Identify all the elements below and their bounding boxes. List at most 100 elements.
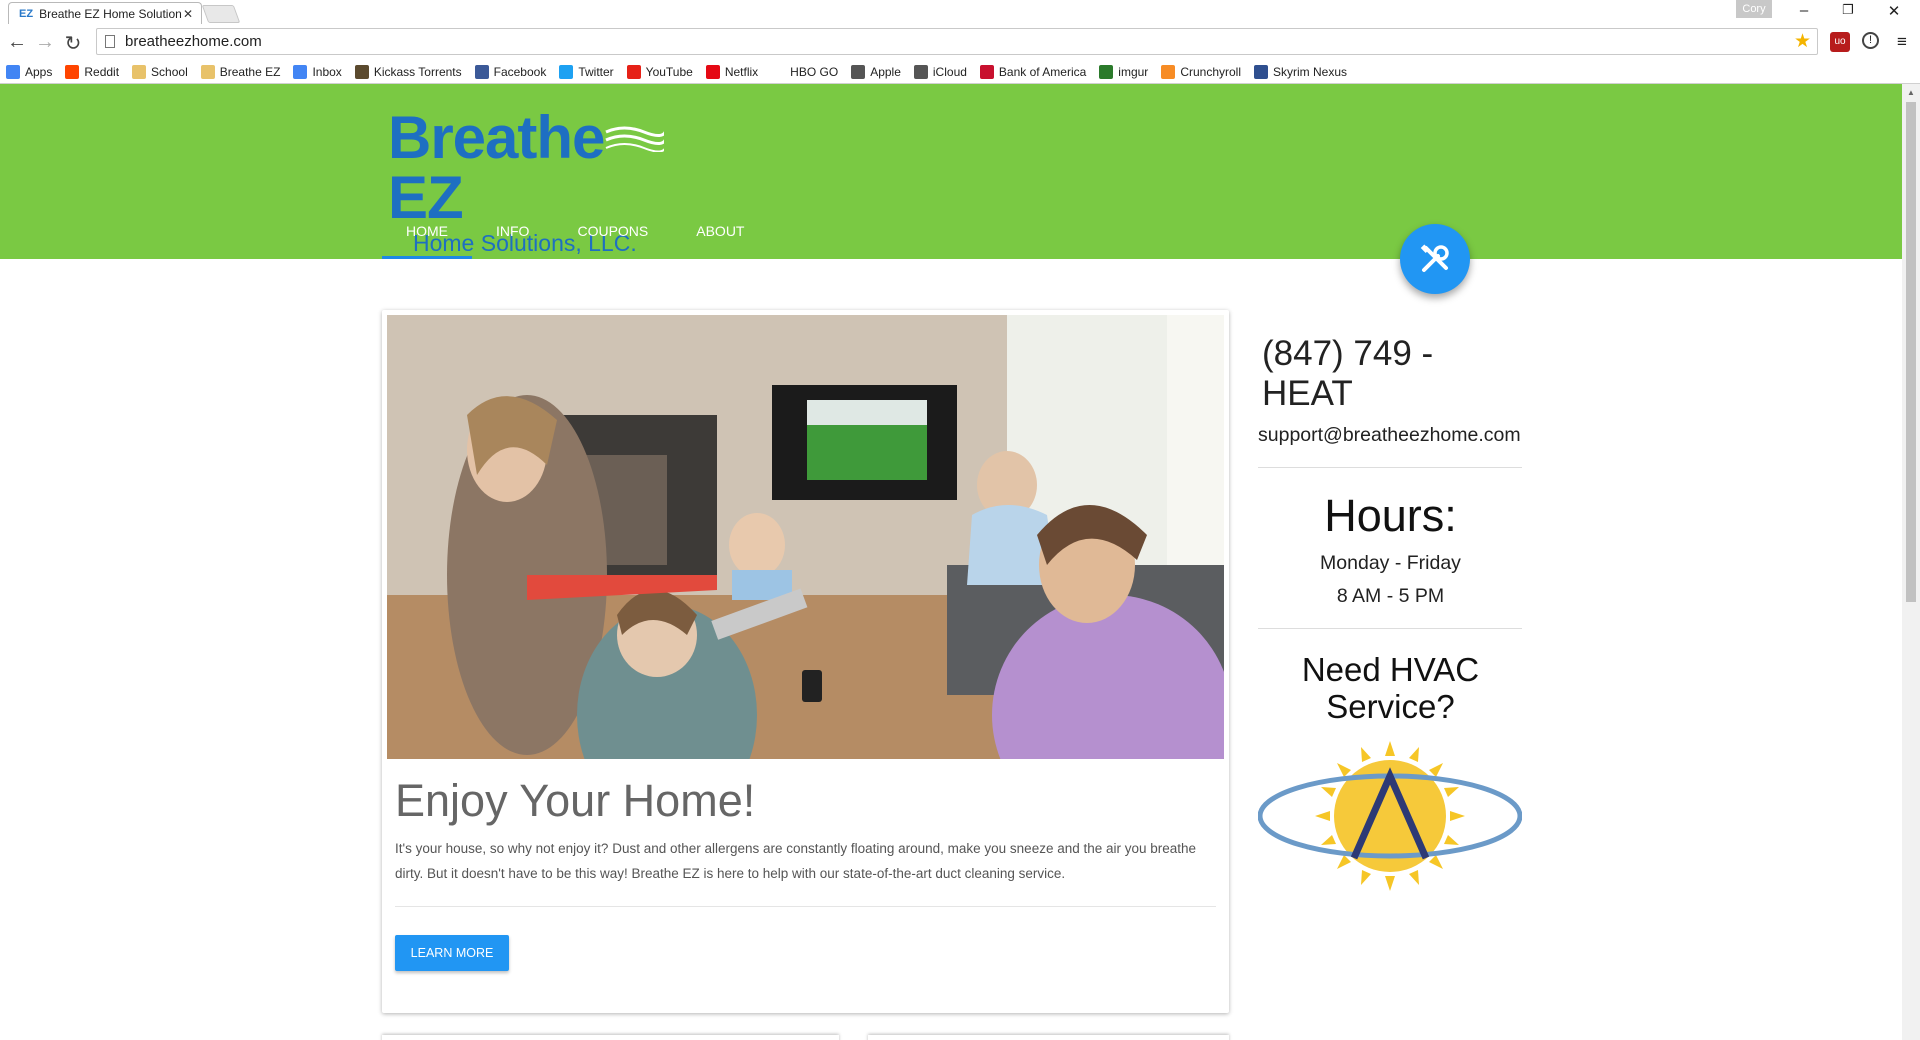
bookmark-netflix[interactable]: Netflix — [705, 64, 759, 79]
bookmark-star-icon[interactable]: ★ — [1794, 30, 1811, 53]
youtube-icon — [626, 64, 641, 79]
bookmark-skyrim-nexus[interactable]: Skyrim Nexus — [1254, 64, 1348, 79]
close-window-icon[interactable]: ✕ — [1874, 2, 1914, 20]
bookmark-label: Facebook — [493, 64, 547, 79]
bookmark-hbo-go[interactable]: HBO GO — [771, 64, 839, 79]
tab-title: Breathe EZ Home Solution — [39, 6, 182, 21]
nav-coupons[interactable]: COUPONS — [553, 204, 672, 259]
browser-tab[interactable]: EZ Breathe EZ Home Solution ✕ — [8, 2, 202, 24]
support-email[interactable]: support@breatheezhome.com — [1258, 424, 1523, 447]
apps-grid-icon — [6, 64, 20, 79]
bookmark-label: Kickass Torrents — [373, 64, 462, 79]
inbox-icon — [293, 64, 308, 79]
bookmark-label: School — [151, 64, 188, 79]
hours-days: Monday - Friday — [1320, 552, 1461, 574]
kickass-icon — [354, 64, 369, 79]
bookmark-crunchyroll[interactable]: Crunchyroll — [1161, 64, 1241, 79]
bookmark-label: HBO GO — [790, 64, 839, 79]
url-text: breatheezhome.com — [125, 33, 262, 50]
bookmark-twitter[interactable]: Twitter — [559, 64, 614, 79]
phone-number[interactable]: (847) 749 - HEAT — [1262, 334, 1523, 414]
scroll-up-icon[interactable]: ▲ — [1907, 88, 1915, 97]
site-favicon: EZ — [19, 7, 34, 20]
restore-icon[interactable]: ❐ — [1828, 2, 1868, 18]
bookmark-icloud[interactable]: iCloud — [913, 64, 967, 79]
bookmark-label: imgur — [1118, 64, 1149, 79]
bookmark-apps[interactable]: Apps — [6, 64, 52, 79]
tools-icon — [1420, 244, 1449, 272]
page-icon — [105, 35, 115, 48]
bookmark-breathe-ez[interactable]: Breathe EZ — [200, 64, 281, 79]
nexus-icon — [1254, 64, 1268, 79]
tab-strip: EZ Breathe EZ Home Solution ✕ Cory – ❐ ✕ — [0, 0, 1920, 24]
bookmark-youtube[interactable]: YouTube — [626, 64, 693, 79]
minimize-icon[interactable]: – — [1784, 2, 1824, 19]
info-extension-icon[interactable]: ! — [1862, 32, 1879, 49]
site-header: Breathe EZ Home Solutions, LLC. HOME INF… — [0, 84, 1902, 259]
hvac-sun-logo[interactable] — [1257, 741, 1523, 896]
reddit-icon — [65, 64, 80, 79]
page-scrollbar[interactable]: ▲ — [1902, 84, 1920, 1040]
imgur-icon — [1099, 64, 1114, 79]
apple-icon — [851, 64, 866, 79]
hvac-heading: Need HVAC Service? — [1258, 651, 1523, 725]
contact-sidebar: (847) 749 - HEAT support@breatheezhome.c… — [1257, 334, 1523, 896]
tools-fab-button[interactable] — [1400, 224, 1470, 294]
folder-icon — [200, 64, 215, 79]
bookmark-label: Inbox — [312, 64, 342, 79]
reload-icon[interactable]: ↻ — [62, 31, 84, 56]
ublock-icon[interactable]: uo — [1830, 32, 1850, 52]
bookmark-bank-of-america[interactable]: Bank of America — [979, 64, 1087, 79]
bookmark-inbox[interactable]: Inbox — [293, 64, 342, 79]
twitter-icon — [559, 64, 574, 79]
bookmark-reddit[interactable]: Reddit — [65, 64, 120, 79]
hours-time: 8 AM - 5 PM — [1336, 585, 1445, 607]
main-nav: HOME INFO COUPONS ABOUT — [382, 204, 768, 259]
bookmark-label: iCloud — [932, 64, 967, 79]
logo-breathe-text: Breathe — [388, 104, 605, 171]
bookmark-label: Netflix — [724, 64, 759, 79]
learn-more-button[interactable]: LEARN MORE — [395, 935, 509, 971]
nav-home[interactable]: HOME — [382, 204, 472, 259]
card-divider — [395, 906, 1216, 907]
sidebar-divider-2 — [1258, 628, 1522, 629]
apple-icon — [913, 64, 928, 79]
hvac-line-2: Service? — [1326, 688, 1455, 725]
facebook-icon — [474, 64, 489, 79]
folder-icon — [132, 64, 147, 79]
blank-icon — [771, 64, 786, 79]
bookmark-label: YouTube — [645, 64, 693, 79]
hvac-line-1: Need HVAC — [1301, 651, 1480, 688]
new-tab-button[interactable] — [201, 5, 241, 23]
menu-icon[interactable]: ≡ — [1892, 32, 1912, 52]
bookmark-label: Breathe EZ — [219, 64, 281, 79]
bookmark-label: Crunchyroll — [1180, 64, 1241, 79]
bookmark-label: Bank of America — [998, 64, 1087, 79]
site-logo[interactable]: Breathe EZ Home Solutions, LLC. — [388, 108, 688, 256]
profile-button[interactable]: Cory — [1736, 0, 1772, 18]
sidebar-divider — [1258, 467, 1522, 468]
crunchyroll-icon — [1161, 64, 1176, 79]
address-bar[interactable]: breatheezhome.com ★ — [96, 28, 1818, 55]
hero-body-text: It's your house, so why not enjoy it? Du… — [395, 841, 1197, 881]
back-icon[interactable]: ← — [6, 31, 28, 54]
bookmark-label: Apple — [870, 64, 901, 79]
tab-close-icon[interactable]: ✕ — [183, 7, 193, 21]
bofa-icon — [979, 64, 994, 79]
bookmark-kickass-torrents[interactable]: Kickass Torrents — [354, 64, 462, 79]
bookmark-facebook[interactable]: Facebook — [474, 64, 547, 79]
nav-info[interactable]: INFO — [472, 204, 553, 259]
hours-title: Hours: — [1324, 490, 1457, 541]
bookmark-imgur[interactable]: imgur — [1099, 64, 1149, 79]
hero-card: Enjoy Your Home! It's your house, so why… — [382, 310, 1229, 1013]
next-card-right — [868, 1035, 1229, 1040]
bookmark-school[interactable]: School — [132, 64, 188, 79]
hero-title: Enjoy Your Home! — [395, 775, 756, 826]
bookmark-label: Reddit — [84, 64, 120, 79]
forward-icon[interactable]: → — [34, 31, 56, 54]
logo-wind-icon — [605, 126, 664, 152]
nav-about[interactable]: ABOUT — [672, 204, 768, 259]
scrollbar-thumb[interactable] — [1906, 102, 1916, 602]
bookmark-apple[interactable]: Apple — [851, 64, 901, 79]
bookmark-label: Skyrim Nexus — [1273, 64, 1348, 79]
